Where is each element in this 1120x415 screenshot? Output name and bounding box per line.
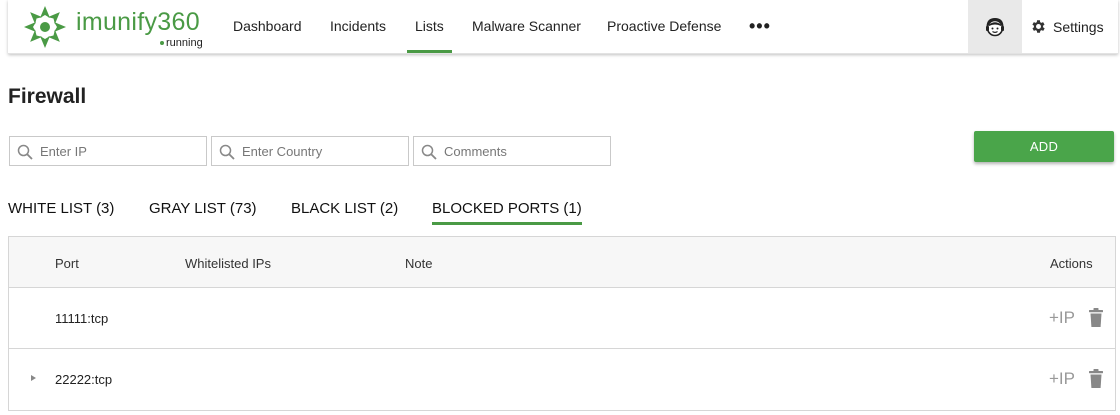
tab-blocked-ports[interactable]: BLOCKED PORTS (1) [432, 200, 582, 226]
settings-label: Settings [1053, 18, 1104, 35]
expand-row-chevron-icon[interactable] [31, 375, 36, 381]
more-menu-button[interactable]: ••• [749, 0, 771, 53]
top-navigation-bar: imunify360 running Dashboard Incidents L… [8, 0, 1118, 54]
nav-item-lists[interactable]: Lists [407, 0, 452, 53]
column-header-note[interactable]: Note [405, 256, 432, 271]
trash-icon[interactable] [1088, 369, 1104, 389]
comments-filter [413, 136, 611, 166]
country-filter [211, 136, 409, 166]
search-icon [219, 144, 235, 160]
add-ip-button[interactable]: +IP [1049, 369, 1075, 389]
imunify360-logo[interactable]: imunify360 running [22, 4, 212, 50]
port-cell: 11111:tcp [55, 311, 109, 326]
nav-item-dashboard[interactable]: Dashboard [233, 0, 302, 53]
gear-icon [1032, 20, 1045, 33]
country-search-input[interactable] [242, 138, 402, 164]
ip-search-input[interactable] [40, 138, 200, 164]
search-icon [421, 144, 437, 160]
logo-wordmark: imunify360 [76, 8, 200, 36]
tab-black-list[interactable]: BLACK LIST (2) [291, 200, 398, 226]
comments-search-input[interactable] [444, 138, 604, 164]
nav-item-malware-scanner[interactable]: Malware Scanner [472, 0, 581, 53]
tab-white-list[interactable]: WHITE LIST (3) [8, 200, 114, 226]
port-cell: 22222:tcp [55, 372, 113, 387]
search-icon [17, 144, 33, 160]
support-button[interactable] [968, 0, 1022, 53]
table-row[interactable]: 11111:tcp +IP [9, 288, 1115, 349]
status-badge: running [160, 37, 203, 49]
table-header: Port Whitelisted IPs Note Actions [9, 237, 1115, 288]
ip-filter [9, 136, 207, 166]
page-title: Firewall [8, 85, 87, 108]
table-row[interactable]: 22222:tcp +IP [9, 349, 1115, 410]
add-button[interactable]: ADD [974, 131, 1114, 162]
imunify-logo-icon [24, 6, 66, 48]
blocked-ports-table: Port Whitelisted IPs Note Actions 11111:… [8, 236, 1116, 411]
nav-item-proactive-defense[interactable]: Proactive Defense [607, 0, 721, 53]
tab-gray-list[interactable]: GRAY LIST (73) [149, 200, 257, 226]
support-agent-icon [986, 17, 1004, 36]
nav-item-incidents[interactable]: Incidents [330, 0, 386, 53]
column-header-actions: Actions [1050, 256, 1093, 271]
settings-link[interactable]: Settings [1030, 0, 1104, 53]
column-header-port[interactable]: Port [55, 256, 79, 271]
add-ip-button[interactable]: +IP [1049, 308, 1075, 328]
column-header-whitelisted-ips[interactable]: Whitelisted IPs [185, 256, 271, 271]
trash-icon[interactable] [1088, 308, 1104, 328]
